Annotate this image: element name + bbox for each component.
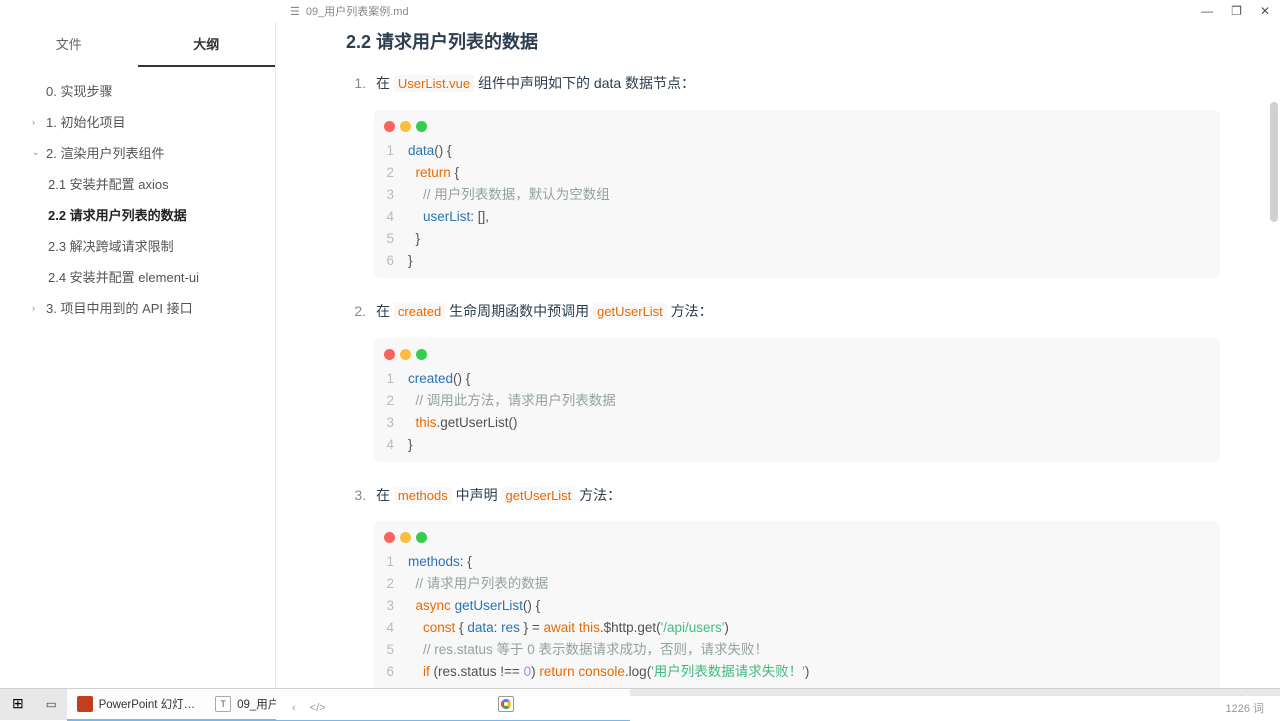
dot-red-icon [384, 121, 395, 132]
taskbar-app-powerpoint[interactable]: PowerPoint 幻灯… [67, 689, 206, 721]
outline-item[interactable]: 2.1 安装并配置 axios [20, 168, 255, 199]
sidebar: 文件 大纲 0. 实现步骤 ›1. 初始化项目 ⌄2. 渲染用户列表组件 2.1… [0, 22, 276, 688]
code-block: 1methods: { 2 // 请求用户列表的数据 3 async getUs… [374, 521, 1220, 688]
dot-yellow-icon [400, 121, 411, 132]
start-button[interactable]: ⊞ [0, 689, 36, 721]
content-area: 2.2 请求用户列表的数据 1.在 UserList.vue 组件中声明如下的 … [276, 22, 1280, 688]
minimize-button[interactable]: — [1201, 4, 1213, 18]
chevron-down-icon: ⌄ [32, 147, 42, 158]
close-button[interactable]: ✕ [1260, 4, 1270, 18]
outline-item[interactable]: ⌄2. 渲染用户列表组件 [20, 137, 255, 168]
outline-item[interactable]: ›3. 项目中用到的 API 接口 [20, 292, 255, 323]
code-block: 1data() { 2 return { 3 // 用户列表数据，默认为空数组 … [374, 110, 1220, 278]
chevron-right-icon: › [32, 303, 42, 313]
tab-outline[interactable]: 大纲 [138, 22, 276, 67]
outline-item[interactable]: 2.4 安装并配置 element-ui [20, 261, 255, 292]
status-bar: ‹ </> 1226 词 [276, 696, 1280, 720]
dot-green-icon [416, 121, 427, 132]
task-view-button[interactable]: ▭ [36, 689, 67, 721]
outline-item[interactable]: 2.3 解决跨域请求限制 [20, 230, 255, 261]
chevron-right-icon: › [32, 117, 42, 127]
maximize-button[interactable]: ❐ [1231, 4, 1242, 18]
section-title: 2.2 请求用户列表的数据 [346, 28, 1220, 54]
file-name: 09_用户列表案例.md [306, 3, 409, 19]
tab-file[interactable]: 文件 [0, 22, 138, 67]
back-icon[interactable]: ‹ [292, 702, 296, 714]
menu-icon[interactable]: ☰ [290, 5, 300, 18]
outline-item[interactable]: 0. 实现步骤 [20, 75, 255, 106]
outline-item[interactable]: ›1. 初始化项目 [20, 106, 255, 137]
titlebar: ☰ 09_用户列表案例.md — ❐ ✕ [0, 0, 1280, 22]
scrollbar[interactable] [1270, 52, 1280, 432]
outline-item-active[interactable]: 2.2 请求用户列表的数据 [20, 199, 255, 230]
outline-list: 0. 实现步骤 ›1. 初始化项目 ⌄2. 渲染用户列表组件 2.1 安装并配置… [0, 67, 275, 331]
code-block: 1created() { 2 // 调用此方法，请求用户列表数据 3 this.… [374, 338, 1220, 462]
code-toggle-icon[interactable]: </> [310, 702, 326, 714]
word-count: 1226 词 [1225, 700, 1264, 716]
